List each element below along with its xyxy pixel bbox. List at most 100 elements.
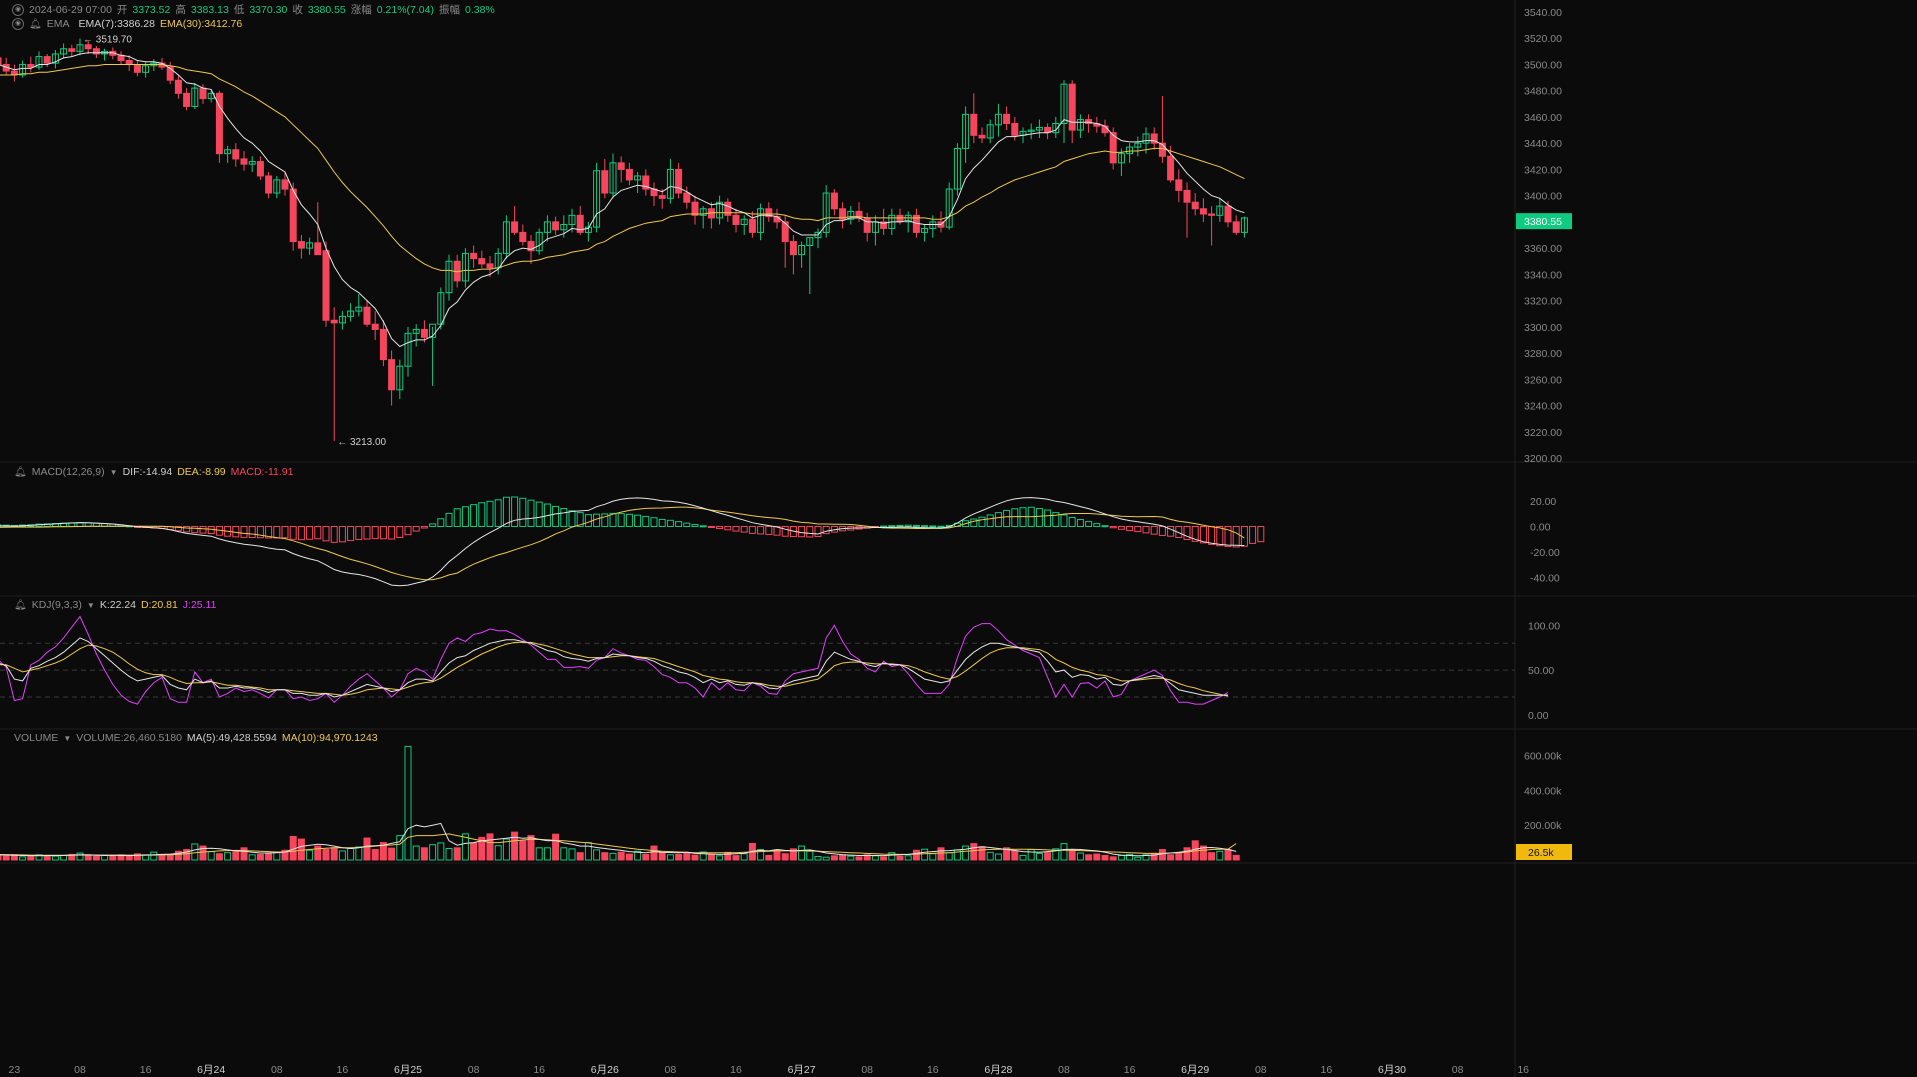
candle-body[interactable] [379,328,387,361]
volume-bar [1117,854,1125,861]
macd-panel[interactable] [0,496,1265,587]
candle-body[interactable] [240,158,248,165]
candle-body[interactable] [863,217,871,233]
eye-icon[interactable]: ◉ [12,18,24,30]
volume-panel[interactable] [0,745,1240,861]
candle-body[interactable] [133,63,141,73]
candle-body[interactable] [1011,123,1019,136]
candle-body[interactable] [1191,201,1199,210]
volume-bar [617,851,625,861]
volume-axis-label: 400.00k [1524,785,1562,797]
candle-body[interactable] [478,258,486,265]
caret-down-icon[interactable]: ▼ [110,468,118,477]
candle-body[interactable] [617,162,625,170]
volume-bar [51,855,59,861]
candle-body[interactable] [511,221,519,233]
candle-body[interactable] [371,323,379,330]
ema-header: ◉ 🔔︎ EMA EMA(7):3386.28 EMA(30):3412.76 [12,18,242,30]
candle-body[interactable] [625,168,633,181]
candle-body[interactable] [314,242,322,256]
amplitude-label: 振幅 [438,4,460,16]
time-axis-label: 16 [927,1064,939,1076]
candle-body[interactable] [174,79,182,94]
candle-body[interactable] [27,63,35,68]
candle-body[interactable] [289,188,297,243]
candle-body[interactable] [675,168,683,194]
macd-bar [683,522,691,527]
candle-body[interactable] [322,250,330,321]
candle-body[interactable] [601,170,609,194]
candle-body[interactable] [265,175,273,194]
candle-body[interactable] [896,214,904,223]
ema-label[interactable]: EMA [47,18,70,30]
caret-down-icon[interactable]: ▼ [63,734,71,743]
candle-body[interactable] [363,306,371,325]
candle-body[interactable] [486,263,494,269]
candle-body[interactable] [388,359,396,391]
candle-body[interactable] [1068,83,1076,131]
macd-bar [978,516,986,527]
candle-body[interactable] [773,216,781,223]
candle-body[interactable] [830,192,838,210]
candle-body[interactable] [519,231,527,243]
candle-body[interactable] [470,252,478,260]
candle-body[interactable] [789,241,797,256]
candle-body[interactable] [43,56,51,64]
candle-body[interactable] [1232,221,1240,233]
price-panel[interactable]: ← 3519.70 ← 3213.00 [0,35,1248,448]
candle-body[interactable] [552,221,560,231]
macd-bar [183,525,191,533]
kdj-panel[interactable] [0,615,1229,705]
candle-body[interactable] [420,328,428,338]
candle-body[interactable] [978,134,986,139]
candlestick-chart[interactable]: ← 3519.70 ← 3213.00 3540.00 3520.00 3500.00… [0,0,1917,1077]
volume-bar [543,847,551,861]
candle-body[interactable] [1101,125,1109,134]
candle-body[interactable] [1175,179,1183,191]
bell-icon[interactable]: 🔔︎ [29,19,42,30]
bell-icon[interactable]: 🔔︎ [14,467,27,478]
candle-body[interactable] [0,57,2,65]
candle-body[interactable] [1167,155,1175,181]
candle-body[interactable] [1183,189,1191,203]
macd-label[interactable]: MACD(12,26,9) [32,466,105,478]
candle-body[interactable] [330,319,338,324]
candle-body[interactable] [256,161,264,177]
candle-body[interactable] [724,201,732,216]
candle-body[interactable] [232,149,240,160]
candle-body[interactable] [683,192,691,203]
candle-body[interactable] [1208,213,1216,216]
candle-body[interactable] [748,218,756,233]
candle-body[interactable] [970,113,978,136]
candle-body[interactable] [691,201,699,216]
macd-bar [560,508,568,527]
volume-bar [929,853,937,861]
time-axis-label: 6月25 [394,1064,422,1076]
macd-bar [240,525,248,538]
candle-body[interactable] [125,60,133,65]
candle-body[interactable] [658,195,666,199]
candle-body[interactable] [183,92,191,107]
candle-body[interactable] [1224,205,1232,223]
kdj-label[interactable]: KDJ(9,3,3) [32,599,82,611]
candle-body[interactable] [297,241,305,249]
candle-body[interactable] [199,87,207,100]
volume-label[interactable]: VOLUME [14,732,58,744]
macd-bar [707,525,715,528]
macd-bar [1126,525,1134,532]
macd-bar [798,525,806,538]
volume-bar [535,847,543,861]
time-axis-label: 16 [1124,1064,1136,1076]
caret-down-icon[interactable]: ▼ [87,601,95,610]
candle-body[interactable] [166,66,174,81]
bell-icon[interactable]: 🔔︎ [14,600,27,611]
macd-bar [904,524,912,527]
volume-bar [1183,847,1191,861]
eye-icon[interactable]: ◉ [12,3,24,16]
candle-body[interactable] [1003,113,1011,125]
candle-body[interactable] [1199,208,1207,215]
candle-body[interactable] [68,48,76,52]
candle-body[interactable] [281,179,289,190]
candle-body[interactable] [732,214,740,226]
macd-bar [519,497,527,527]
